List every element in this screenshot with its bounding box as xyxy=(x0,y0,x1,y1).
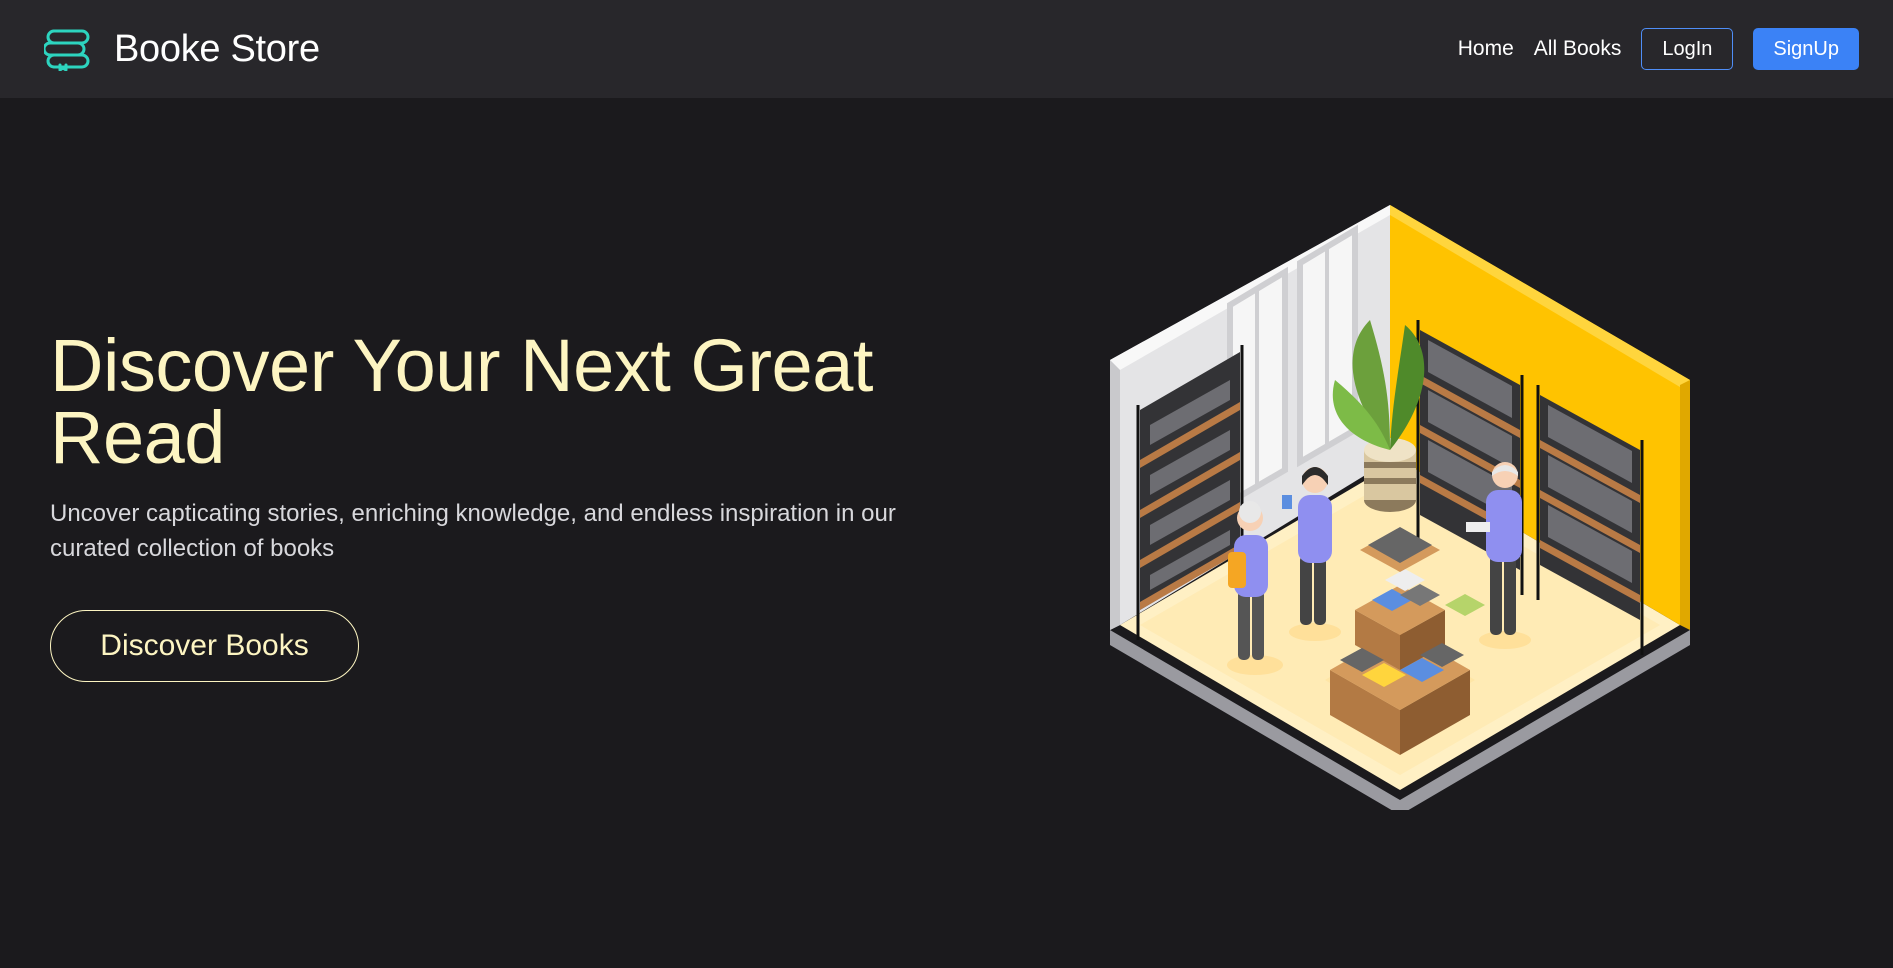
hero-section: Discover Your Next Great Read Uncover ca… xyxy=(50,324,950,682)
hero-title: Discover Your Next Great Read xyxy=(50,324,873,479)
hero-subtitle: Uncover capticating stories, enriching k… xyxy=(50,500,896,562)
brand-name: Booke Store xyxy=(114,27,320,70)
bookstore-illustration xyxy=(1110,205,1690,810)
top-navbar: Booke Store Home All Books LogIn SignUp xyxy=(0,0,1893,98)
nav-menu: Home All Books LogIn SignUp xyxy=(1438,28,1859,70)
brand-link[interactable]: Booke Store xyxy=(44,27,320,71)
login-button[interactable]: LogIn xyxy=(1641,28,1734,70)
signup-button[interactable]: SignUp xyxy=(1753,28,1859,70)
nav-all-books-link[interactable]: All Books xyxy=(1534,37,1622,61)
books-stack-icon xyxy=(44,29,90,71)
nav-home-link[interactable]: Home xyxy=(1458,37,1514,61)
discover-books-button[interactable]: Discover Books xyxy=(50,610,359,682)
